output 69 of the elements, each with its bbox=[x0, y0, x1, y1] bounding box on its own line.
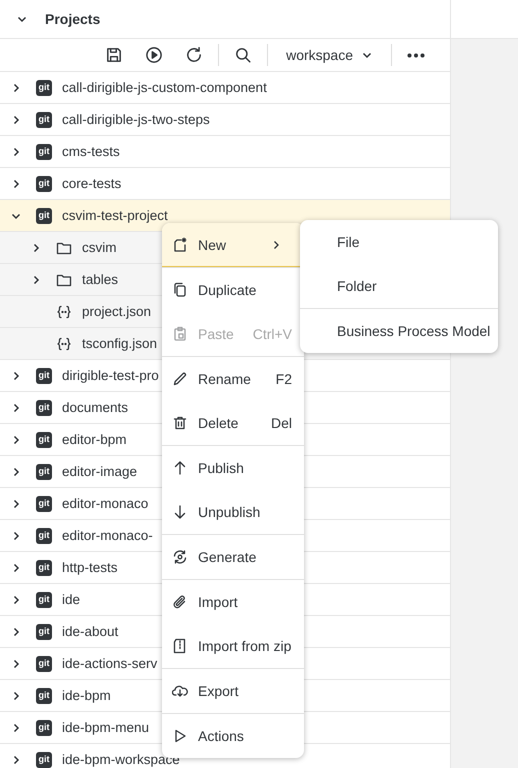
tree-item-label: documents bbox=[62, 400, 128, 415]
git-icon: git bbox=[36, 656, 52, 672]
git-icon: git bbox=[36, 624, 52, 640]
tree-item-label: csvim bbox=[82, 240, 116, 255]
tree-item[interactable]: git call-dirigible-js-custom-component bbox=[0, 72, 450, 104]
new-file-icon bbox=[172, 236, 188, 252]
menu-item[interactable]: Actions bbox=[162, 714, 304, 758]
tree-item-label: call-dirigible-js-two-steps bbox=[62, 112, 210, 127]
menu-item[interactable]: Export bbox=[162, 669, 304, 713]
tree-item[interactable]: git cms-tests bbox=[0, 136, 450, 168]
git-icon: git bbox=[36, 528, 52, 544]
git-icon: git bbox=[36, 400, 52, 416]
tree-item-label: tsconfig.json bbox=[82, 336, 158, 351]
arrow-down-icon bbox=[172, 504, 188, 520]
search-icon bbox=[234, 46, 252, 64]
tree-item-label: ide bbox=[62, 592, 80, 607]
tree-item-label: editor-bpm bbox=[62, 432, 127, 447]
menu-item[interactable]: Generate bbox=[162, 535, 304, 579]
tree-item-label: http-tests bbox=[62, 560, 118, 575]
git-icon: git bbox=[36, 80, 52, 96]
git-icon: git bbox=[36, 208, 52, 224]
tree-item-label: editor-monaco bbox=[62, 496, 148, 511]
json-file-icon bbox=[56, 336, 72, 352]
refresh-cycle-icon bbox=[172, 549, 188, 565]
git-icon: git bbox=[36, 432, 52, 448]
tree-item-label: core-tests bbox=[62, 176, 122, 191]
play-icon bbox=[145, 46, 164, 64]
save-icon bbox=[105, 46, 124, 64]
git-icon: git bbox=[36, 368, 52, 384]
menu-item[interactable]: Business Process Model bbox=[300, 309, 498, 353]
tree-item-label: tables bbox=[82, 272, 118, 287]
tree-item-label: ide-bpm-menu bbox=[62, 720, 150, 735]
pencil-icon bbox=[172, 371, 188, 387]
git-icon: git bbox=[36, 752, 52, 768]
git-icon: git bbox=[36, 688, 52, 704]
tree-item-label: editor-image bbox=[62, 464, 138, 479]
tree-item-label: ide-actions-serv bbox=[62, 656, 158, 671]
git-icon: git bbox=[36, 720, 52, 736]
tree-item-label: ide-about bbox=[62, 624, 118, 639]
cloud-download-icon bbox=[172, 683, 188, 699]
git-icon: git bbox=[36, 176, 52, 192]
tree-item-label: call-dirigible-js-custom-component bbox=[62, 80, 267, 95]
tree-item-label: ide-bpm bbox=[62, 688, 111, 703]
clipboard-icon bbox=[172, 326, 188, 342]
git-icon: git bbox=[36, 496, 52, 512]
git-icon: git bbox=[36, 112, 52, 128]
git-icon: git bbox=[36, 560, 52, 576]
tree-item-label: csvim-test-project bbox=[62, 208, 168, 223]
git-icon: git bbox=[36, 464, 52, 480]
copy-icon bbox=[172, 282, 188, 298]
tree-item-label: dirigible-test-pro bbox=[62, 368, 159, 383]
git-icon: git bbox=[36, 144, 52, 160]
arrow-up-icon bbox=[172, 460, 188, 476]
json-file-icon bbox=[56, 304, 72, 320]
menu-item[interactable]: Rename F2 bbox=[162, 357, 304, 401]
panel-title: Projects bbox=[45, 11, 100, 27]
paperclip-icon bbox=[172, 594, 188, 610]
shortcut-text: F2 bbox=[276, 371, 292, 387]
shortcut-text: Ctrl+V bbox=[252, 326, 292, 342]
tree-item-label: cms-tests bbox=[62, 144, 120, 159]
git-icon: git bbox=[36, 592, 52, 608]
trash-icon bbox=[172, 415, 188, 431]
zip-file-icon bbox=[172, 638, 188, 654]
tree-item-label: project.json bbox=[82, 304, 152, 319]
refresh-icon bbox=[185, 46, 204, 64]
more-icon bbox=[407, 52, 425, 58]
tree-item-label: editor-monaco- bbox=[62, 528, 153, 543]
tree-item[interactable]: git call-dirigible-js-two-steps bbox=[0, 104, 450, 136]
workspace-dropdown[interactable]: workspace bbox=[272, 39, 387, 71]
